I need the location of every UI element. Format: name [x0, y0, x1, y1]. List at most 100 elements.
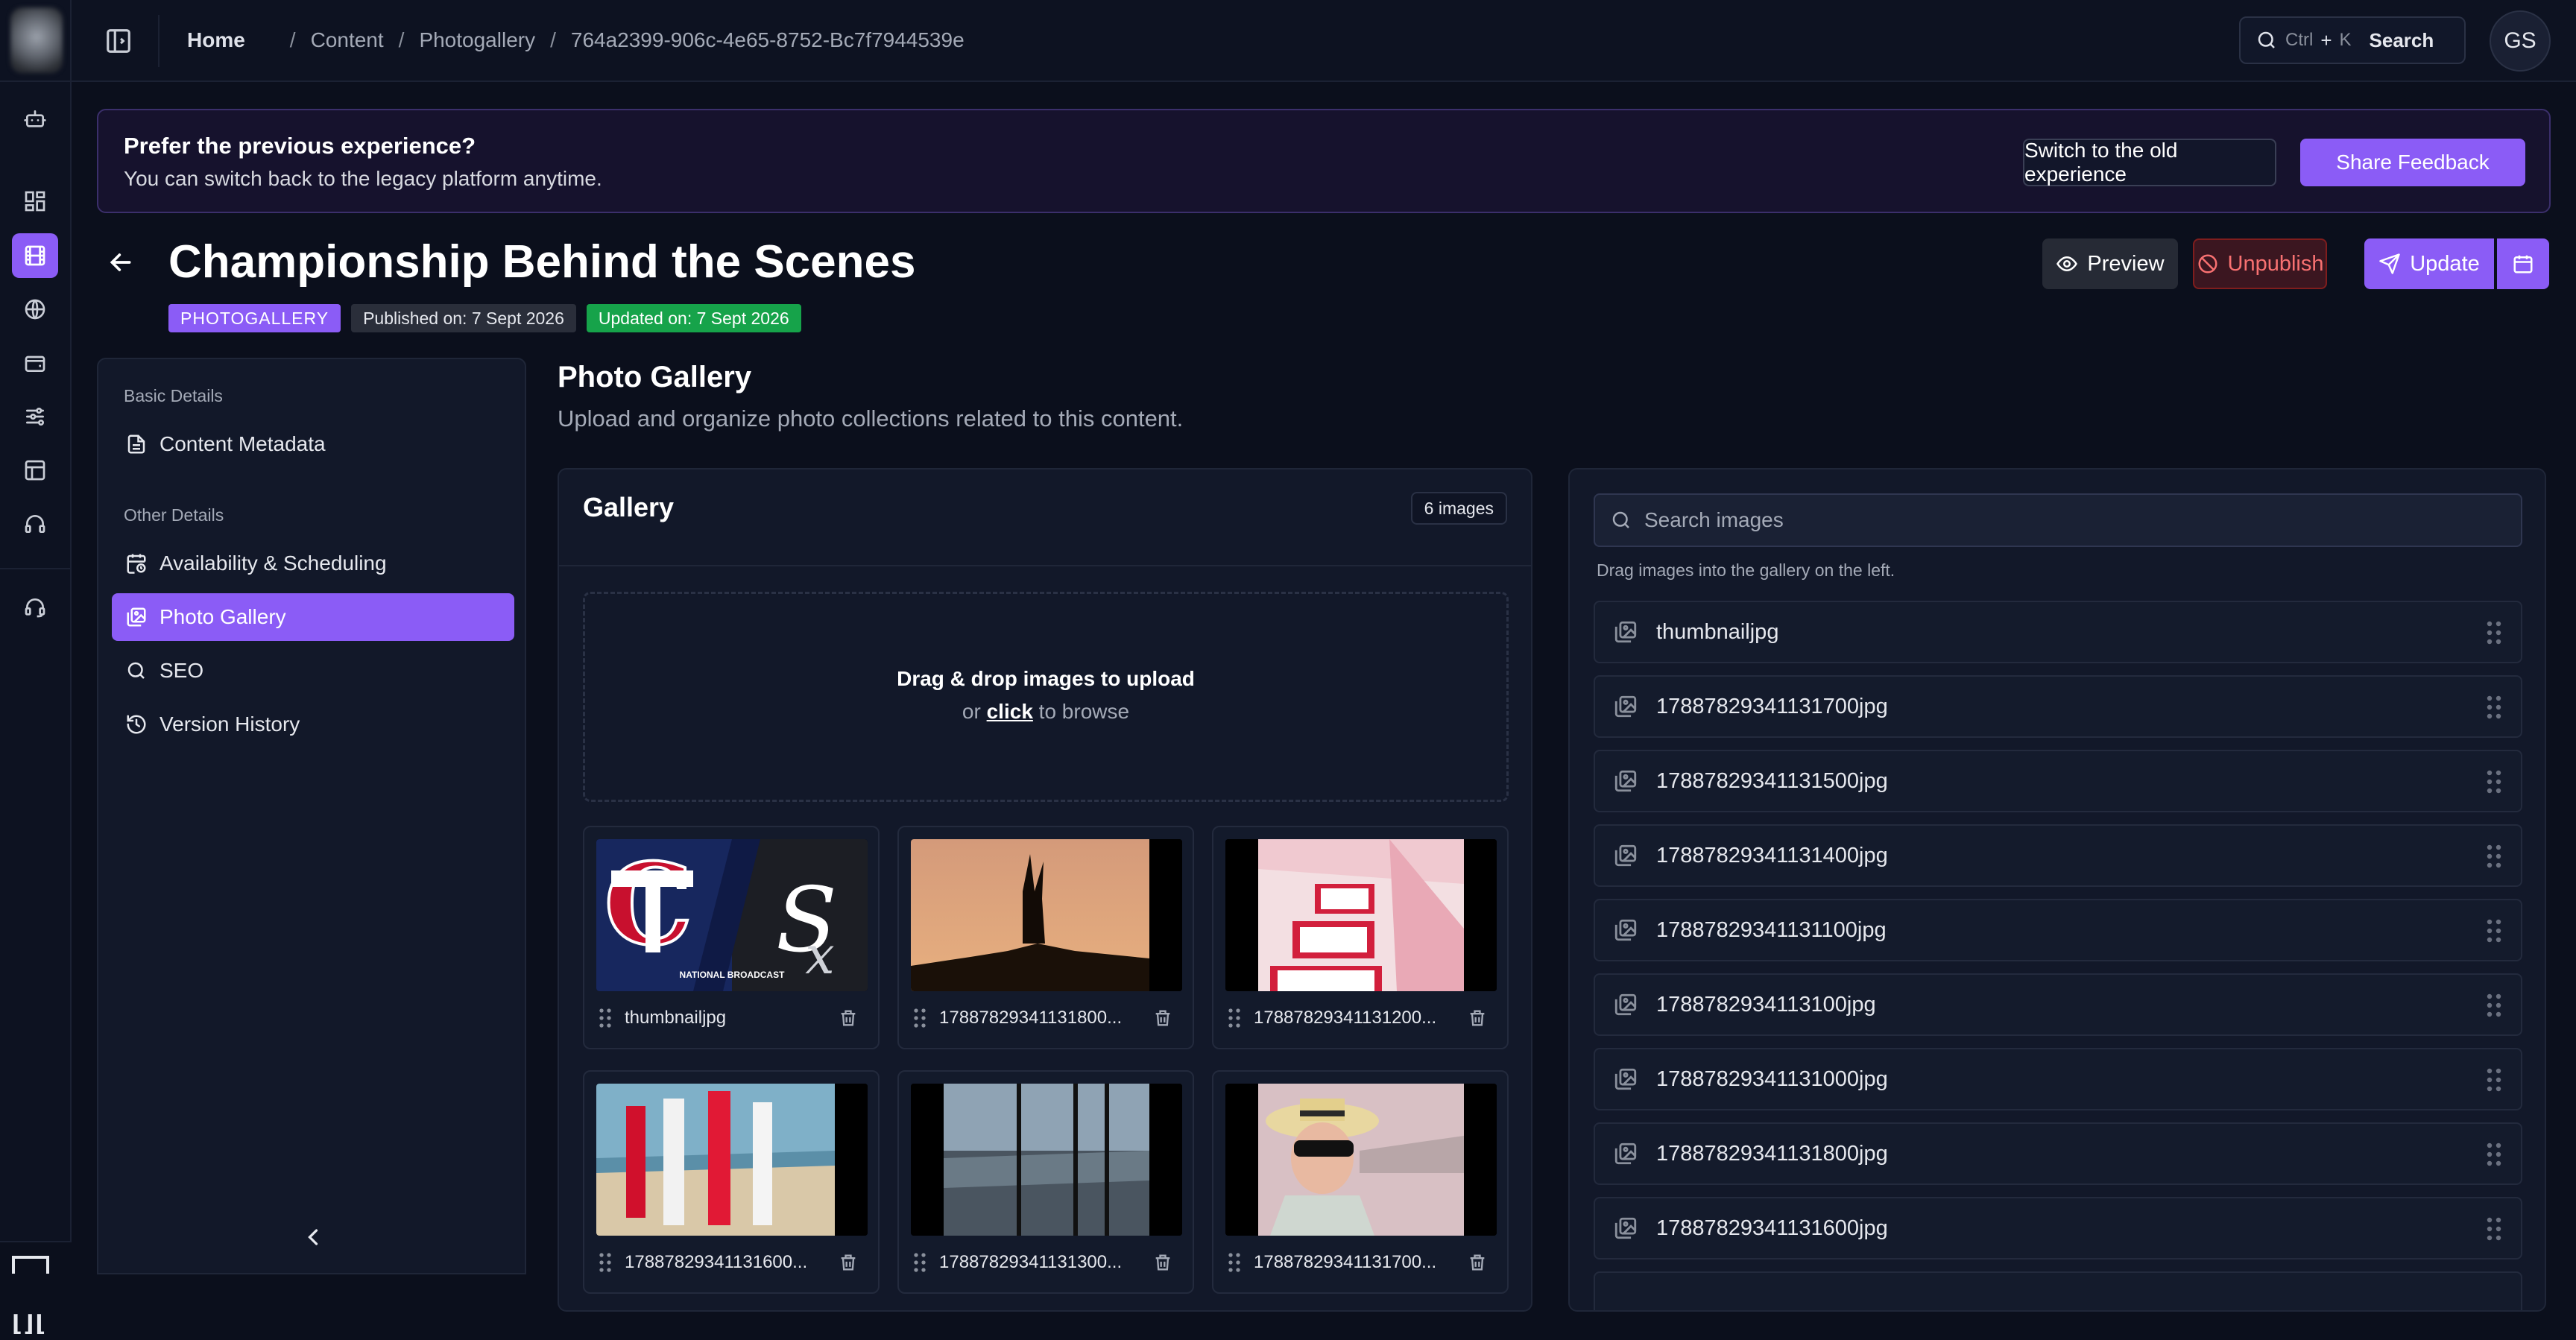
nav-item-content-metadata[interactable]: Content Metadata — [112, 420, 514, 468]
trash-icon[interactable] — [1467, 1252, 1488, 1273]
history-icon — [127, 715, 146, 734]
rail-content-icon[interactable] — [12, 233, 58, 278]
image-thumbnail — [1225, 1084, 1497, 1236]
image-search-field[interactable] — [1594, 493, 2522, 547]
drag-handle-icon[interactable] — [2485, 1141, 2503, 1166]
image-icon — [1613, 619, 1638, 645]
dock-window-icon[interactable] — [12, 1256, 49, 1274]
breadcrumb-content[interactable]: Content — [311, 28, 384, 52]
nav-group-basic: Basic Details — [124, 386, 223, 405]
gallery-image-card[interactable]: 17887829341131700... — [1212, 1070, 1509, 1294]
nav-item-label: Availability & Scheduling — [160, 552, 387, 575]
rail-sliders-icon[interactable] — [12, 394, 58, 439]
global-search-button[interactable]: Ctrl + K Search — [2239, 16, 2466, 64]
drag-handle-icon[interactable] — [596, 1251, 614, 1274]
library-item[interactable]: 17887829341131400jpg — [1594, 824, 2522, 887]
drag-handle-icon[interactable] — [2485, 1216, 2503, 1241]
library-item[interactable]: 17887829341131700jpg — [1594, 675, 2522, 738]
image-card-footer: thumbnailjpg — [596, 1003, 868, 1033]
library-item[interactable]: 17887829341131100jpg — [1594, 899, 2522, 961]
library-item[interactable]: 1788782934113100jpg — [1594, 973, 2522, 1036]
library-item[interactable]: 17887829341131000jpg — [1594, 1048, 2522, 1110]
dropzone-hint: or click to browse — [585, 700, 1506, 724]
image-search-input[interactable] — [1644, 508, 2521, 532]
shortcut-ctrl: Ctrl — [2285, 30, 2314, 50]
library-item[interactable]: 17887829341131800jpg — [1594, 1122, 2522, 1185]
back-arrow-icon[interactable] — [106, 247, 136, 277]
content-type-badge: PHOTOGALLERY — [168, 304, 341, 332]
images-icon — [127, 607, 146, 627]
drag-handle-icon[interactable] — [2485, 619, 2503, 645]
share-feedback-button[interactable]: Share Feedback — [2300, 139, 2525, 186]
nav-item-photo-gallery[interactable]: Photo Gallery — [112, 593, 514, 641]
rail-support-icon[interactable] — [12, 585, 58, 630]
nav-item-availability[interactable]: Availability & Scheduling — [112, 540, 514, 587]
image-card-footer: 17887829341131300... — [911, 1248, 1182, 1277]
rail-dashboard-icon[interactable] — [12, 179, 58, 224]
update-button[interactable]: Update — [2364, 238, 2494, 289]
upload-dropzone[interactable]: Drag & drop images to upload or click to… — [583, 592, 1509, 802]
drag-handle-icon[interactable] — [2485, 768, 2503, 794]
trash-icon[interactable] — [1152, 1008, 1173, 1028]
rail-headphones-icon[interactable] — [12, 502, 58, 546]
nav-item-label: SEO — [160, 659, 204, 682]
drag-handle-icon[interactable] — [2485, 992, 2503, 1017]
library-item[interactable]: thumbnailjpg — [1594, 601, 2522, 663]
drag-handle-icon[interactable] — [596, 1007, 614, 1029]
drag-handle-icon[interactable] — [911, 1007, 929, 1029]
drag-handle-icon[interactable] — [911, 1251, 929, 1274]
calendar-clock-icon — [127, 554, 146, 574]
dropzone-rest: to browse — [1038, 700, 1130, 723]
rail-wallet-icon[interactable] — [12, 341, 58, 385]
sidebar-toggle-icon[interactable] — [104, 27, 133, 55]
breadcrumb-home[interactable]: Home — [187, 28, 245, 52]
banner-subtitle: You can switch back to the legacy platfo… — [124, 167, 602, 190]
collapse-nav-icon[interactable] — [300, 1224, 326, 1251]
shortcut-k: K — [2339, 30, 2352, 50]
trash-icon[interactable] — [838, 1252, 859, 1273]
gallery-image-card[interactable]: 17887829341131600... — [583, 1070, 880, 1294]
schedule-button[interactable] — [2497, 238, 2549, 289]
search-icon — [1612, 511, 1629, 528]
library-item-partial[interactable] — [1594, 1271, 2522, 1310]
drag-handle-icon[interactable] — [2485, 917, 2503, 943]
drag-handle-icon[interactable] — [2485, 1066, 2503, 1092]
drag-handle-icon[interactable] — [1225, 1251, 1243, 1274]
nav-item-version-history[interactable]: Version History — [112, 701, 514, 748]
library-item[interactable]: 17887829341131600jpg — [1594, 1197, 2522, 1260]
drag-handle-icon[interactable] — [1225, 1007, 1243, 1029]
image-icon — [1613, 992, 1638, 1017]
image-icon — [1613, 1066, 1638, 1092]
image-count-badge: 6 images — [1410, 492, 1507, 525]
preview-button[interactable]: Preview — [2042, 238, 2178, 289]
nav-footer-strip — [72, 1274, 556, 1282]
app-logo[interactable] — [10, 7, 63, 73]
image-filename: 17887829341131300... — [939, 1252, 1123, 1272]
trash-icon[interactable] — [1152, 1252, 1173, 1273]
trash-icon[interactable] — [838, 1008, 859, 1028]
gallery-image-card[interactable]: 17887829341131800... — [897, 826, 1194, 1049]
update-label: Update — [2410, 251, 2480, 276]
rail-bot-icon[interactable] — [12, 97, 58, 142]
rail-globe-icon[interactable] — [12, 287, 58, 332]
gallery-image-card[interactable]: C S x NATIONAL BROADCAST thumbnailjpg — [583, 826, 880, 1049]
unpublish-button[interactable]: Unpublish — [2193, 238, 2327, 289]
library-item-name: 17887829341131400jpg — [1656, 843, 1888, 867]
gallery-image-card[interactable]: 17887829341131200... — [1212, 826, 1509, 1049]
nav-item-seo[interactable]: SEO — [112, 647, 514, 695]
dock-brand-icon: ⌊⌋⌊ — [12, 1312, 48, 1336]
nav-item-label: Content Metadata — [160, 432, 326, 455]
switch-old-experience-button[interactable]: Switch to the old experience — [2023, 139, 2276, 186]
library-item[interactable]: 17887829341131500jpg — [1594, 750, 2522, 812]
drag-handle-icon[interactable] — [2485, 694, 2503, 719]
browse-link[interactable]: click — [987, 700, 1033, 723]
breadcrumb-photogallery[interactable]: Photogallery — [419, 28, 535, 52]
trash-icon[interactable] — [1467, 1008, 1488, 1028]
drag-handle-icon[interactable] — [2485, 843, 2503, 868]
rail-layout-icon[interactable] — [12, 448, 58, 493]
updated-badge: Updated on: 7 Sept 2026 — [586, 304, 801, 332]
image-thumbnail — [911, 1084, 1182, 1236]
user-avatar[interactable]: GS — [2490, 10, 2551, 72]
image-thumbnail — [596, 1084, 868, 1236]
gallery-image-card[interactable]: 17887829341131300... — [897, 1070, 1194, 1294]
